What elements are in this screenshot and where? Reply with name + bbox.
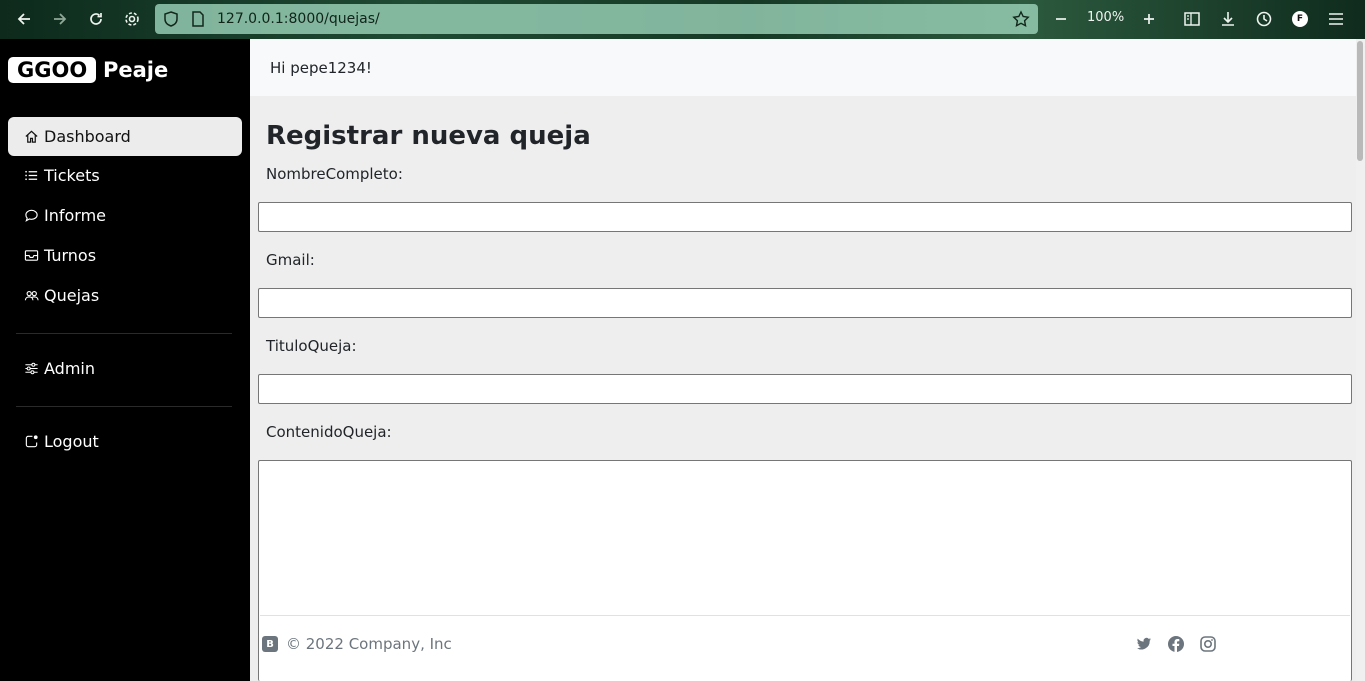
sidebar-divider xyxy=(16,406,232,407)
settings-gear-icon[interactable] xyxy=(120,8,144,30)
forward-arrow-icon[interactable] xyxy=(48,8,72,30)
url-text[interactable]: 127.0.0.1:8000/quejas/ xyxy=(217,11,380,27)
power-icon xyxy=(25,435,38,448)
people-icon xyxy=(24,290,39,301)
house-icon xyxy=(25,130,38,143)
scrollbar-thumb[interactable] xyxy=(1357,41,1363,161)
reader-view-icon[interactable] xyxy=(1180,8,1204,30)
nombre-completo-input[interactable] xyxy=(258,202,1352,232)
brand-name[interactable]: Peaje xyxy=(103,57,168,83)
sidebar-item-tickets[interactable]: Tickets xyxy=(8,156,242,195)
footer-copyright: © 2022 Company, Inc xyxy=(286,635,452,653)
facebook-icon[interactable] xyxy=(1167,635,1185,653)
sidebar-item-label: Quejas xyxy=(44,286,100,305)
contenido-queja-label: ContenidoQueja: xyxy=(266,423,392,441)
sidebar-item-turnos[interactable]: Turnos xyxy=(8,236,242,275)
zoom-level[interactable]: 100% xyxy=(1087,10,1124,25)
gmail-label: Gmail: xyxy=(266,251,315,269)
hamburger-menu-icon[interactable] xyxy=(1324,8,1348,30)
sidebar: GGOO Peaje Dashboard Tickets Informe Tur… xyxy=(0,39,250,681)
sidebar-divider xyxy=(16,333,232,334)
bookmark-star-icon[interactable] xyxy=(1012,10,1030,32)
sidebar-item-dashboard[interactable]: Dashboard xyxy=(8,117,242,156)
url-bar[interactable]: 127.0.0.1:8000/quejas/ xyxy=(155,4,1038,34)
zoom-in-icon[interactable] xyxy=(1137,8,1161,30)
page-title: Registrar nueva queja xyxy=(266,121,591,151)
list-icon xyxy=(25,170,38,181)
page-icon xyxy=(191,10,205,32)
top-header: Hi pepe1234! xyxy=(250,39,1365,96)
titulo-queja-label: TituloQueja: xyxy=(266,337,357,355)
sidebar-item-informe[interactable]: Informe xyxy=(8,196,242,235)
sidebar-item-label: Turnos xyxy=(44,246,97,265)
gmail-input[interactable] xyxy=(258,288,1352,318)
envelope-icon xyxy=(24,250,39,261)
sidebar-item-quejas[interactable]: Quejas xyxy=(8,276,242,315)
sidebar-item-label: Dashboard xyxy=(44,127,131,146)
sidebar-item-admin[interactable]: Admin xyxy=(8,349,242,388)
footer: B © 2022 Company, Inc xyxy=(260,615,1350,681)
reload-icon[interactable] xyxy=(84,8,108,30)
bootstrap-logo-icon[interactable]: B xyxy=(262,636,278,652)
back-arrow-icon[interactable] xyxy=(12,8,36,30)
twitter-icon[interactable] xyxy=(1135,635,1153,653)
nombre-completo-label: NombreCompleto: xyxy=(266,165,403,183)
sidebar-item-label: Admin xyxy=(44,359,95,378)
sidebar-item-label: Tickets xyxy=(44,166,100,185)
shield-icon[interactable] xyxy=(163,10,179,32)
profile-avatar-icon[interactable]: F xyxy=(1292,11,1308,27)
instagram-icon[interactable] xyxy=(1199,635,1217,653)
browser-toolbar: 127.0.0.1:8000/quejas/ 100% F xyxy=(0,0,1365,39)
user-greeting: Hi pepe1234! xyxy=(270,59,372,77)
history-clock-icon[interactable] xyxy=(1252,8,1276,30)
download-icon[interactable] xyxy=(1216,8,1240,30)
chat-icon xyxy=(25,209,38,222)
sliders-icon xyxy=(25,362,38,375)
sidebar-item-logout[interactable]: Logout xyxy=(8,422,242,461)
sidebar-item-label: Logout xyxy=(44,432,99,451)
sidebar-item-label: Informe xyxy=(44,206,107,225)
titulo-queja-input[interactable] xyxy=(258,374,1352,404)
main-content: Hi pepe1234! Registrar nueva queja Nombr… xyxy=(250,39,1365,681)
brand-logo-box[interactable]: GGOO xyxy=(8,57,97,83)
zoom-out-icon[interactable] xyxy=(1049,8,1073,30)
